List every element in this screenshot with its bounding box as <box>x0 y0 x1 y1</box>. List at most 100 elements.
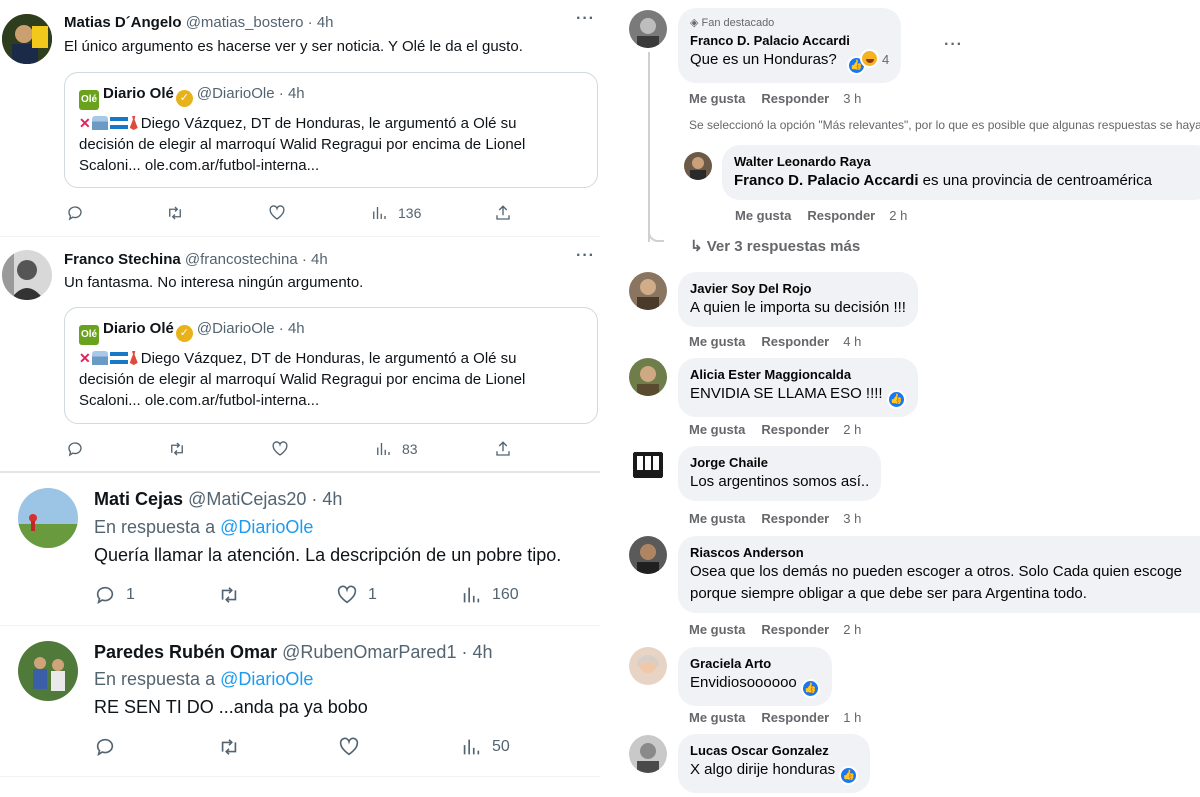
retweet-button[interactable] <box>218 736 240 758</box>
comment-time[interactable]: 2 h <box>889 208 907 223</box>
reply-to-link[interactable]: @DiarioOle <box>220 517 313 537</box>
like-link[interactable]: Me gusta <box>689 511 745 526</box>
like-button[interactable] <box>338 736 360 758</box>
comment-time[interactable]: 3 h <box>843 91 861 106</box>
relevance-note: Se seleccionó la opción "Más relevantes"… <box>689 118 1200 132</box>
thread-connector <box>648 220 664 242</box>
comment-time[interactable]: 2 h <box>843 422 861 437</box>
tweet[interactable]: Matias D´Angelo @matias_bostero · 4h ···… <box>0 0 600 236</box>
reply-link[interactable]: Responder <box>761 511 829 526</box>
reactions[interactable]: 👍 4 <box>846 49 889 75</box>
retweet-icon <box>171 442 183 456</box>
tweet[interactable]: Mati Cejas @MatiCejas20 · 4h En respuest… <box>0 473 600 625</box>
avatar[interactable] <box>684 152 712 180</box>
reply-button[interactable] <box>66 438 84 460</box>
like-link[interactable]: Me gusta <box>689 422 745 437</box>
retweet-button[interactable] <box>218 584 240 606</box>
more-options-icon[interactable]: ··· <box>944 36 963 54</box>
author-handle[interactable]: @matias_bostero <box>186 14 304 31</box>
commenter-name[interactable]: Lucas Oscar Gonzalez <box>690 742 858 759</box>
author-name[interactable]: Matias D´Angelo <box>64 14 182 31</box>
comment-time[interactable]: 4 h <box>843 334 861 349</box>
reply-button[interactable]: 1 <box>94 584 135 606</box>
tweet[interactable]: Paredes Rubén Omar @RubenOmarPared1 · 4h… <box>0 626 600 776</box>
comment-time[interactable]: 1 h <box>843 710 861 725</box>
avatar[interactable] <box>18 641 78 701</box>
reply-link[interactable]: Responder <box>761 334 829 349</box>
like-button[interactable] <box>268 202 286 224</box>
commenter-name[interactable]: Riascos Anderson <box>690 544 1200 561</box>
view-more-replies[interactable]: ↳ Ver 3 respuestas más <box>690 237 860 255</box>
tweet-text: Un fantasma. No interesa ningún argument… <box>64 274 364 291</box>
author-handle[interactable]: @RubenOmarPared1 <box>282 642 456 662</box>
comment-time[interactable]: 3 h <box>843 511 861 526</box>
like-button[interactable]: 1 <box>336 584 377 606</box>
share-button[interactable] <box>494 438 512 460</box>
avatar[interactable] <box>629 536 667 574</box>
like-button[interactable] <box>271 438 289 460</box>
tweet[interactable]: Franco Stechina @francostechina · 4h ···… <box>0 237 600 471</box>
avatar[interactable] <box>2 250 52 300</box>
quoted-tweet[interactable]: Olé Diario Olé ✓ @DiarioOle · 4h ✕ Diego Váz… <box>64 72 598 188</box>
reply-link[interactable]: Responder <box>761 91 829 106</box>
retweet-button[interactable] <box>168 438 186 460</box>
avatar[interactable] <box>629 647 667 685</box>
views-count: 83 <box>402 441 418 457</box>
avatar[interactable] <box>2 14 52 64</box>
reply-link[interactable]: Responder <box>761 422 829 437</box>
comment-time[interactable]: 2 h <box>843 622 861 637</box>
avatar[interactable] <box>629 446 667 484</box>
reply-link[interactable]: Responder <box>807 208 875 223</box>
timestamp[interactable]: 4h <box>317 14 334 31</box>
reply-to-link[interactable]: @DiarioOle <box>220 669 313 689</box>
like-link[interactable]: Me gusta <box>689 91 745 106</box>
retweet-button[interactable] <box>166 202 184 224</box>
like-link[interactable]: Me gusta <box>689 334 745 349</box>
commenter-name[interactable]: Javier Soy Del Rojo <box>690 280 906 297</box>
facebook-comments-panel: ◈ Fan destacado Franco D. Palacio Accard… <box>610 0 1200 797</box>
like-reaction-icon[interactable]: 👍 <box>886 390 906 409</box>
views-button[interactable]: 136 <box>370 202 421 224</box>
reply-context: En respuesta a @DiarioOle <box>94 517 314 537</box>
avatar[interactable] <box>18 488 78 548</box>
avatar[interactable] <box>629 272 667 310</box>
reply-link[interactable]: Responder <box>761 710 829 725</box>
like-link[interactable]: Me gusta <box>689 622 745 637</box>
avatar[interactable] <box>629 358 667 396</box>
quoted-tweet[interactable]: Olé Diario Olé ✓ @DiarioOle · 4h ✕ Diego Váz… <box>64 307 598 424</box>
like-reaction-icon[interactable]: 👍 <box>839 766 859 785</box>
like-link[interactable]: Me gusta <box>689 710 745 725</box>
author-name[interactable]: Paredes Rubén Omar <box>94 642 277 662</box>
avatar[interactable] <box>629 10 667 48</box>
more-options-icon[interactable]: ··· <box>576 10 595 28</box>
mention-link[interactable]: Franco D. Palacio Accardi <box>734 172 919 189</box>
avatar[interactable] <box>629 735 667 773</box>
commenter-name[interactable]: Jorge Chaile <box>690 454 869 471</box>
share-button[interactable] <box>494 202 512 224</box>
author-handle[interactable]: @francostechina <box>185 251 298 268</box>
like-link[interactable]: Me gusta <box>735 208 791 223</box>
cross-mark-icon: ✕ <box>79 350 91 366</box>
commenter-name[interactable]: Alicia Ester Maggioncalda <box>690 366 906 383</box>
views-button[interactable]: 160 <box>460 584 519 606</box>
commenter-name[interactable]: Franco D. Palacio Accardi <box>690 32 889 49</box>
reply-button[interactable] <box>94 736 116 758</box>
views-button[interactable]: 50 <box>460 736 510 758</box>
commenter-name[interactable]: Walter Leonardo Raya <box>734 153 1200 170</box>
author-name[interactable]: Mati Cejas <box>94 489 183 509</box>
author-handle[interactable]: @MatiCejas20 <box>188 489 306 509</box>
reply-link[interactable]: Responder <box>761 622 829 637</box>
author-name[interactable]: Franco Stechina <box>64 251 181 268</box>
reply-button[interactable] <box>66 202 84 224</box>
timestamp[interactable]: 4h <box>322 489 342 509</box>
comment-bubble: Graciela Arto Envidiosoooooo 👍 <box>678 647 832 706</box>
comment-bubble: Alicia Ester Maggioncalda ENVIDIA SE LLA… <box>678 358 918 417</box>
views-button[interactable]: 83 <box>374 438 418 460</box>
timestamp[interactable]: 4h <box>311 251 328 268</box>
like-reaction-icon[interactable]: 👍 <box>800 679 820 698</box>
commenter-name[interactable]: Graciela Arto <box>690 655 820 672</box>
more-options-icon[interactable]: ··· <box>576 247 595 265</box>
comment-text: es una provincia de centroamérica <box>918 172 1152 189</box>
comment-bubble: Lucas Oscar Gonzalez X algo dirije hondu… <box>678 734 871 793</box>
timestamp[interactable]: 4h <box>472 642 492 662</box>
